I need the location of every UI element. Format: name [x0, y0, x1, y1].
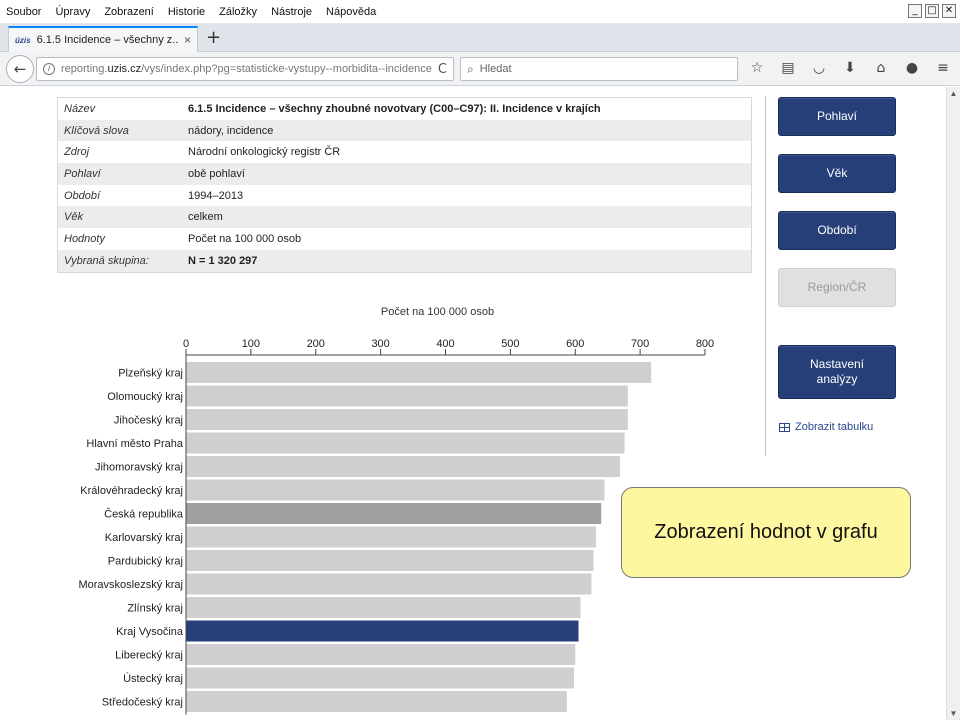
x-tick-label: 400 [436, 338, 454, 350]
bar [186, 550, 594, 571]
site-info-icon[interactable]: i [43, 63, 55, 75]
menu-items: Soubor Úpravy Zobrazení Historie Záložky… [6, 6, 376, 18]
close-window-button[interactable]: ✕ [942, 4, 956, 18]
tab-close-icon[interactable]: × [184, 33, 191, 47]
category-label: Hlavní město Praha [86, 438, 183, 450]
menu-icon[interactable]: ≡ [934, 59, 952, 77]
category-label: Ústecký kraj [123, 672, 183, 685]
page-content: Název 6.1.5 Incidence – všechny zhoubné n… [0, 87, 946, 720]
toolbar-icons: ☆ ▤ ◡ ⬇ ⌂ ● ≡ [748, 59, 952, 77]
callout-note: Zobrazení hodnot v grafu [621, 487, 911, 578]
category-label: Moravskoslezský kraj [78, 579, 183, 591]
x-tick-label: 600 [566, 338, 584, 350]
category-label: Středočeský kraj [102, 697, 183, 709]
bar [186, 597, 581, 618]
minimize-button[interactable]: _ [908, 4, 922, 18]
reading-list-icon[interactable]: ▤ [779, 59, 797, 77]
x-tick-label: 800 [696, 338, 714, 350]
home-icon[interactable]: ⌂ [872, 59, 890, 77]
category-label: Zlínský kraj [127, 603, 183, 615]
reload-icon[interactable]: C [438, 62, 447, 77]
x-tick-label: 300 [371, 338, 389, 350]
category-label: Liberecký kraj [115, 650, 183, 662]
star-icon[interactable]: ☆ [748, 59, 766, 77]
scroll-down-arrow-icon[interactable]: ▼ [947, 707, 960, 720]
menu-view[interactable]: Zobrazení [104, 6, 154, 18]
bar [186, 644, 576, 665]
back-button[interactable]: ← [6, 55, 34, 83]
category-label: Plzeňský kraj [118, 368, 183, 380]
maximize-button[interactable]: □ [925, 4, 939, 18]
window-controls: _ □ ✕ [908, 4, 956, 18]
category-label: Karlovarský kraj [105, 532, 183, 544]
bar [186, 573, 592, 595]
bar [186, 409, 628, 430]
download-icon[interactable]: ⬇ [841, 59, 859, 77]
bar [186, 503, 602, 524]
search-input[interactable]: Hledat [480, 63, 512, 75]
pocket-icon[interactable]: ◡ [810, 59, 828, 77]
menu-file[interactable]: Soubor [6, 6, 41, 18]
bar [186, 691, 567, 712]
vertical-scrollbar[interactable]: ▲ ▼ [946, 87, 960, 720]
x-tick-label: 200 [307, 338, 325, 350]
tab-active[interactable]: úzis 6.1.5 Incidence – všechny z... × [8, 26, 198, 52]
category-label: Olomoucký kraj [107, 391, 183, 403]
chart-title: Počet na 100 000 osob [381, 306, 494, 318]
bar [186, 362, 652, 383]
url-text[interactable]: reporting.uzis.cz/vys/index.php?pg=stati… [61, 63, 432, 75]
category-label: Královéhradecký kraj [80, 485, 183, 497]
x-tick-label: 0 [183, 338, 189, 350]
category-label: Česká republika [104, 508, 184, 521]
bar [186, 385, 628, 407]
menu-tools[interactable]: Nástroje [271, 6, 312, 18]
callout-text: Zobrazení hodnot v grafu [654, 521, 878, 543]
category-label: Pardubický kraj [108, 556, 183, 568]
category-label: Jihočeský kraj [114, 415, 183, 427]
bar [186, 667, 574, 689]
menu-history[interactable]: Historie [168, 6, 205, 18]
bar-chart: Počet na 100 000 osob 0 100 200 300 400 500 600… [78, 306, 714, 715]
search-bar[interactable]: ⌕ Hledat [460, 57, 738, 81]
search-icon: ⌕ [467, 61, 474, 76]
category-label: Kraj Vysočina [116, 626, 184, 638]
x-tick-label: 500 [501, 338, 519, 350]
url-bar[interactable]: i reporting.uzis.cz/vys/index.php?pg=sta… [36, 57, 454, 81]
menu-help[interactable]: Nápověda [326, 6, 376, 18]
menu-edit[interactable]: Úpravy [55, 6, 90, 18]
menu-bookmarks[interactable]: Záložky [219, 6, 257, 18]
navigation-bar: ← i reporting.uzis.cz/vys/index.php?pg=s… [0, 52, 960, 86]
bar [186, 620, 579, 642]
tab-title: 6.1.5 Incidence – všechny z... [36, 34, 178, 46]
bar [186, 432, 625, 454]
x-tick-label: 700 [631, 338, 649, 350]
bar [186, 526, 597, 548]
bar [186, 456, 621, 477]
x-tick-label: 100 [242, 338, 260, 350]
category-label: Jihomoravský kraj [95, 462, 183, 474]
site-favicon-icon: úzis [15, 35, 31, 45]
scroll-up-arrow-icon[interactable]: ▲ [947, 87, 960, 100]
new-tab-button[interactable]: + [206, 27, 221, 48]
tab-bar: úzis 6.1.5 Incidence – všechny z... × + [0, 24, 960, 52]
menu-bar: Soubor Úpravy Zobrazení Historie Záložky… [0, 0, 960, 24]
bar [186, 479, 605, 501]
chat-icon[interactable]: ● [903, 59, 921, 77]
